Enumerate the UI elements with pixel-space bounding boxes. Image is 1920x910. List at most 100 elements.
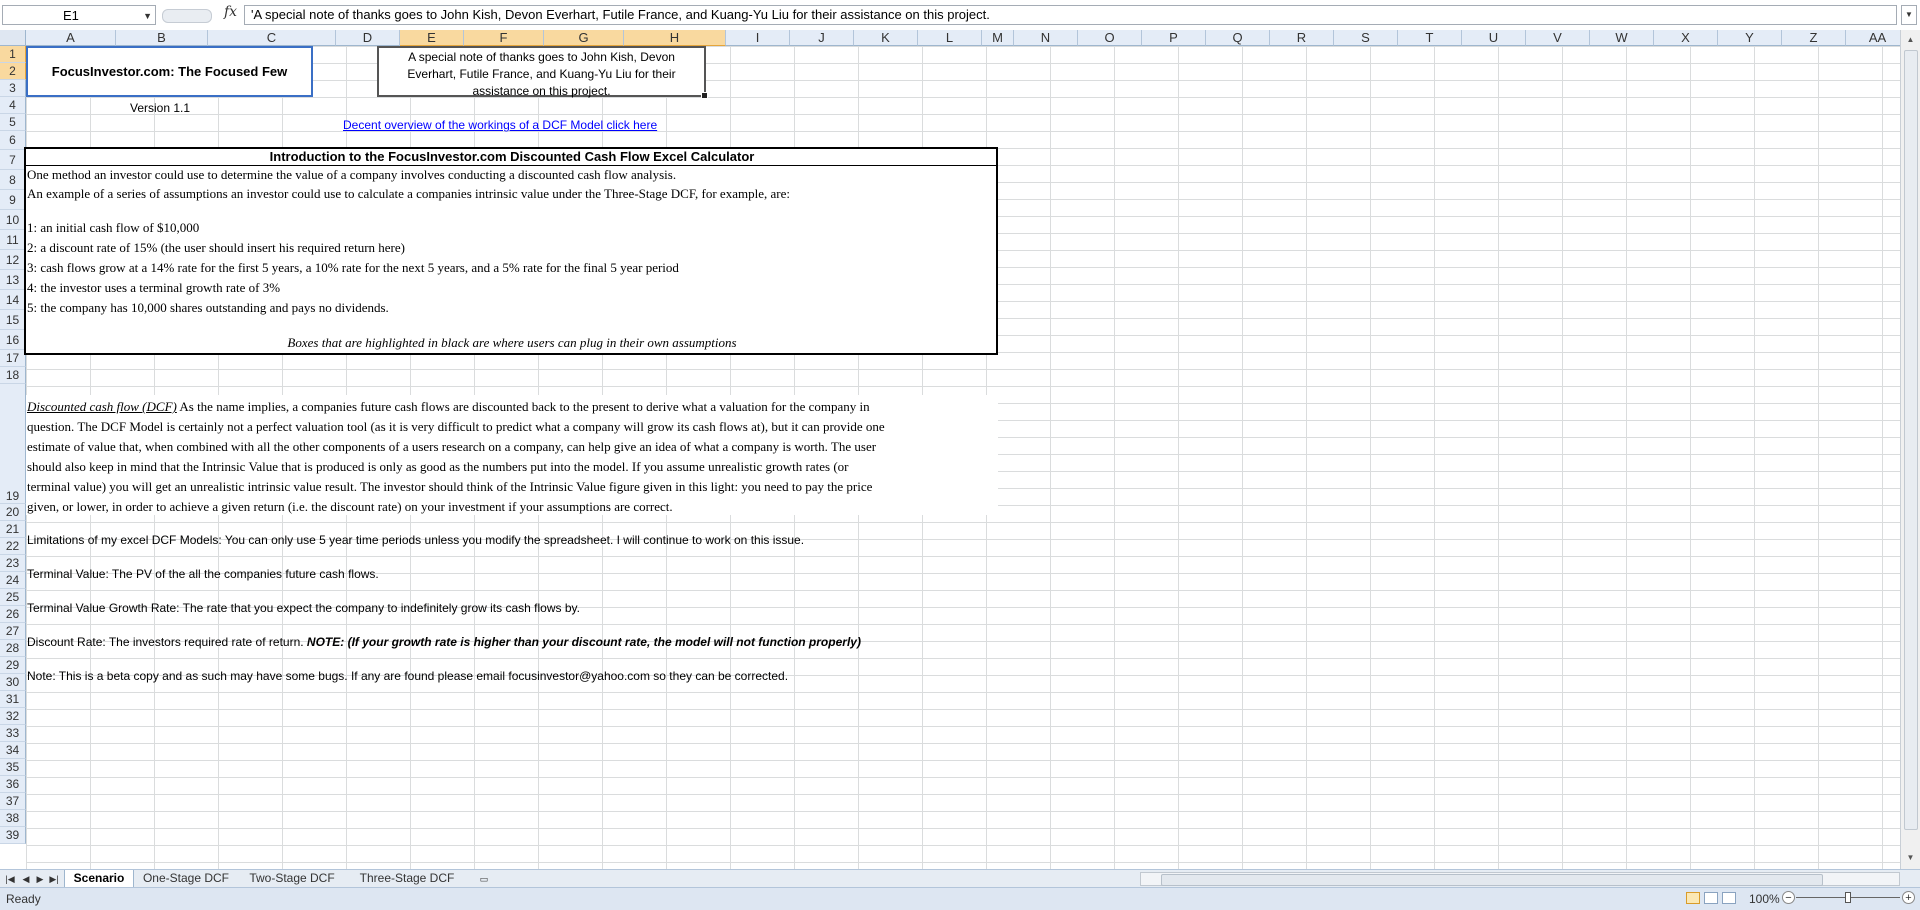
row-header-11[interactable]: 11 [0, 230, 26, 250]
column-header-y[interactable]: Y [1718, 30, 1782, 46]
worksheet-grid[interactable]: A B C D E F G H I J K L M N O P Q R S T U V W X Y Z AA 1 2 3 4 5 6 7 8 9 10… [0, 30, 1900, 869]
column-header-n[interactable]: N [1014, 30, 1078, 46]
vertical-scroll-thumb[interactable] [1904, 50, 1918, 830]
column-header-aa[interactable]: AA [1846, 30, 1900, 46]
fill-handle[interactable] [701, 92, 708, 99]
row-header-26[interactable]: 26 [0, 606, 26, 623]
select-all-corner[interactable] [0, 30, 26, 46]
horizontal-scrollbar[interactable] [1140, 872, 1900, 886]
column-header-r[interactable]: R [1270, 30, 1334, 46]
scroll-up-icon[interactable]: ▲ [1903, 32, 1918, 47]
column-header-o[interactable]: O [1078, 30, 1142, 46]
row-header-10[interactable]: 10 [0, 210, 26, 230]
row-header-28[interactable]: 28 [0, 640, 26, 657]
formula-bar-grip[interactable] [162, 9, 212, 23]
row-header-22[interactable]: 22 [0, 538, 26, 555]
row-header-8[interactable]: 8 [0, 170, 26, 190]
column-header-p[interactable]: P [1142, 30, 1206, 46]
column-header-d[interactable]: D [336, 30, 400, 46]
row-header-12[interactable]: 12 [0, 250, 26, 270]
column-header-z[interactable]: Z [1782, 30, 1846, 46]
column-header-l[interactable]: L [918, 30, 982, 46]
row-header-1[interactable]: 1 [0, 46, 26, 63]
row-header-31[interactable]: 31 [0, 691, 26, 708]
row-header-6[interactable]: 6 [0, 131, 26, 150]
row-header-30[interactable]: 30 [0, 674, 26, 691]
row-header-17[interactable]: 17 [0, 350, 26, 367]
row-header-19[interactable]: 19 [0, 384, 26, 504]
column-header-m[interactable]: M [982, 30, 1014, 46]
row-header-7[interactable]: 7 [0, 150, 26, 170]
thanks-box[interactable]: A special note of thanks goes to John Ki… [377, 46, 708, 99]
row-header-16[interactable]: 16 [0, 330, 26, 350]
column-header-h[interactable]: H [624, 30, 726, 46]
column-header-g[interactable]: G [544, 30, 624, 46]
prev-sheet-icon[interactable]: ◀ [20, 872, 32, 886]
cell-area[interactable]: FocusInvestor.com: The Focused Few A spe… [24, 46, 1900, 869]
row-header-18[interactable]: 18 [0, 367, 26, 384]
tab-scenario[interactable]: Scenario [64, 870, 134, 887]
row-header-20[interactable]: 20 [0, 504, 26, 521]
tab-two-stage-dcf[interactable]: Two-Stage DCF [242, 870, 342, 887]
row-header-15[interactable]: 15 [0, 310, 26, 330]
row-header-35[interactable]: 35 [0, 759, 26, 776]
column-header-q[interactable]: Q [1206, 30, 1270, 46]
row-header-21[interactable]: 21 [0, 521, 26, 538]
dcf-overview-link[interactable]: Decent overview of the workings of a DCF… [343, 118, 657, 132]
column-header-v[interactable]: V [1526, 30, 1590, 46]
row-header-5[interactable]: 5 [0, 114, 26, 131]
column-header-c[interactable]: C [208, 30, 336, 46]
row-header-39[interactable]: 39 [0, 827, 26, 844]
column-header-u[interactable]: U [1462, 30, 1526, 46]
row-header-29[interactable]: 29 [0, 657, 26, 674]
row-header-2[interactable]: 2 [0, 63, 26, 80]
chevron-down-icon[interactable]: ▼ [143, 6, 152, 26]
row-header-34[interactable]: 34 [0, 742, 26, 759]
scroll-down-icon[interactable]: ▼ [1903, 850, 1918, 865]
expand-formula-bar-icon[interactable]: ▼ [1901, 5, 1917, 25]
last-sheet-icon[interactable]: ▶| [48, 872, 60, 886]
page-layout-view-icon[interactable] [1704, 892, 1718, 904]
column-header-f[interactable]: F [464, 30, 544, 46]
column-header-w[interactable]: W [1590, 30, 1654, 46]
normal-view-icon[interactable] [1686, 892, 1700, 904]
row-header-38[interactable]: 38 [0, 810, 26, 827]
zoom-in-icon[interactable]: + [1902, 891, 1915, 904]
row-header-24[interactable]: 24 [0, 572, 26, 589]
first-sheet-icon[interactable]: |◀ [4, 872, 16, 886]
tab-one-stage-dcf[interactable]: One-Stage DCF [136, 870, 236, 887]
row-header-33[interactable]: 33 [0, 725, 26, 742]
page-break-view-icon[interactable] [1722, 892, 1736, 904]
row-header-14[interactable]: 14 [0, 290, 26, 310]
row-header-37[interactable]: 37 [0, 793, 26, 810]
column-header-a[interactable]: A [26, 30, 116, 46]
horizontal-scroll-thumb[interactable] [1161, 874, 1823, 886]
column-header-t[interactable]: T [1398, 30, 1462, 46]
vertical-scrollbar[interactable]: ▲ ▼ [1900, 30, 1920, 869]
zoom-slider-thumb[interactable] [1845, 892, 1851, 903]
next-sheet-icon[interactable]: ▶ [34, 872, 46, 886]
zoom-level[interactable]: 100% [1749, 892, 1780, 906]
row-header-32[interactable]: 32 [0, 708, 26, 725]
row-header-3[interactable]: 3 [0, 80, 26, 97]
formula-input[interactable]: 'A special note of thanks goes to John K… [244, 5, 1897, 25]
tab-three-stage-dcf[interactable]: Three-Stage DCF [352, 870, 462, 887]
column-header-i[interactable]: I [726, 30, 790, 46]
insert-sheet-icon[interactable]: ▭ [476, 872, 492, 886]
zoom-out-icon[interactable]: − [1782, 891, 1795, 904]
row-header-13[interactable]: 13 [0, 270, 26, 290]
row-header-4[interactable]: 4 [0, 97, 26, 114]
column-header-x[interactable]: X [1654, 30, 1718, 46]
row-header-27[interactable]: 27 [0, 623, 26, 640]
row-header-23[interactable]: 23 [0, 555, 26, 572]
column-header-e[interactable]: E [400, 30, 464, 46]
column-header-j[interactable]: J [790, 30, 854, 46]
column-header-k[interactable]: K [854, 30, 918, 46]
column-header-s[interactable]: S [1334, 30, 1398, 46]
name-box[interactable]: E1 ▼ [2, 5, 156, 25]
row-header-9[interactable]: 9 [0, 190, 26, 210]
column-header-b[interactable]: B [116, 30, 208, 46]
title-box[interactable]: FocusInvestor.com: The Focused Few [26, 46, 313, 97]
insert-function-icon[interactable]: fx [224, 4, 237, 20]
row-header-25[interactable]: 25 [0, 589, 26, 606]
